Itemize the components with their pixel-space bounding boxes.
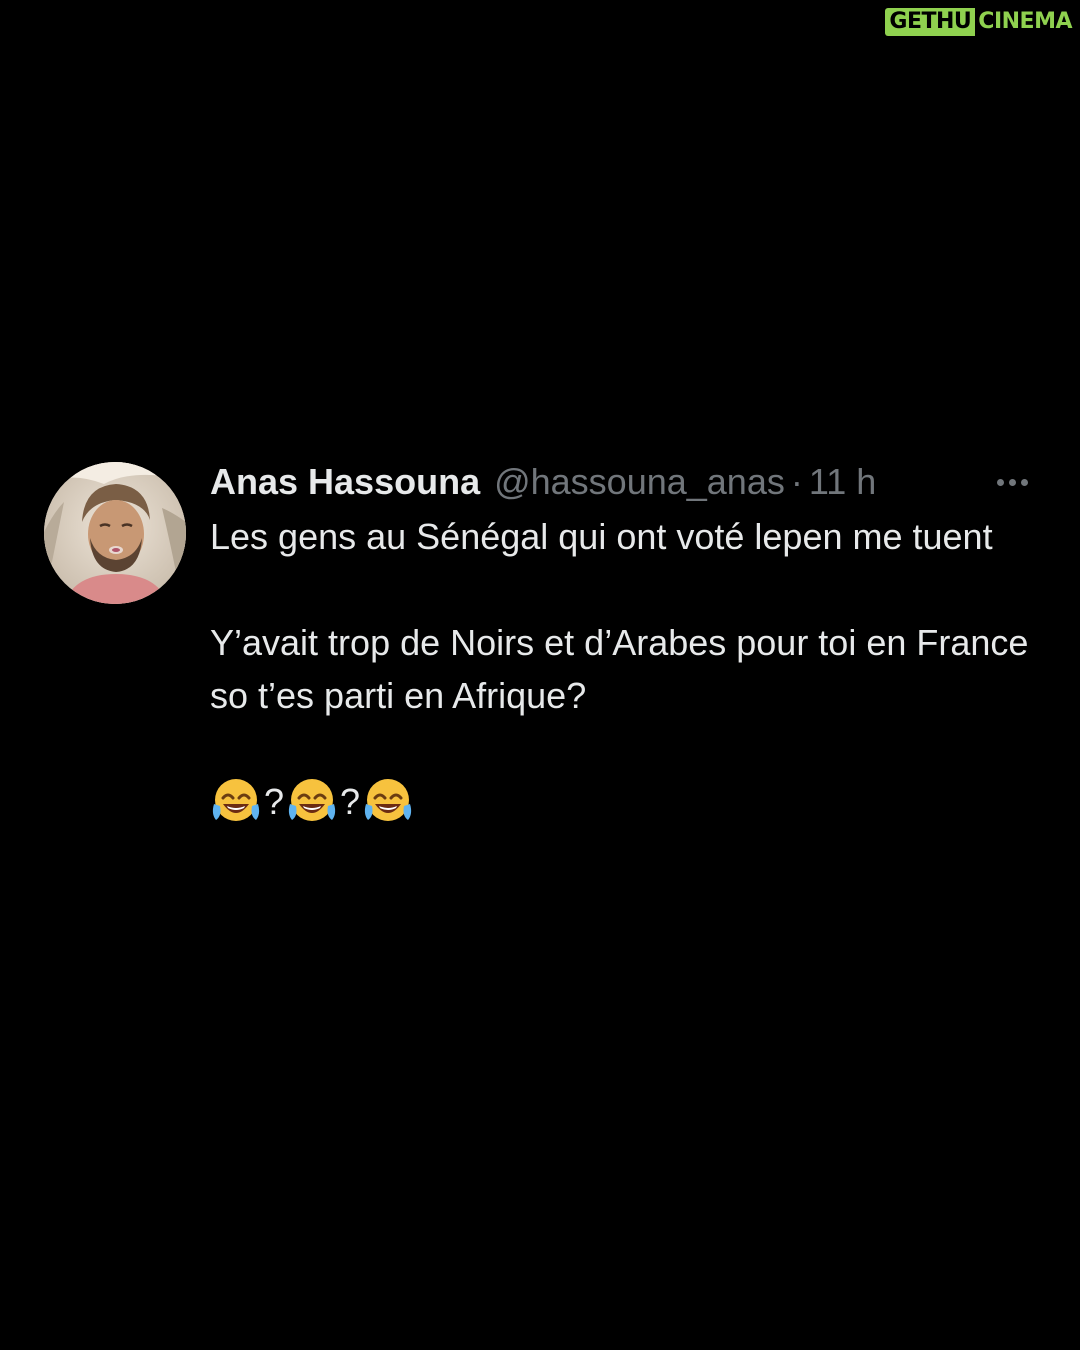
emoji-separator-1: ? — [264, 781, 285, 822]
watermark-left-text: GETHU — [885, 8, 976, 36]
timestamp[interactable]: 11 h — [809, 461, 876, 503]
watermark-right-text: CINEMA — [978, 9, 1072, 34]
separator-dot: · — [790, 461, 803, 502]
tweet-content: Anas Hassouna @hassouna_anas · 11 h Les … — [210, 460, 1040, 828]
more-options-icon[interactable] — [997, 460, 1028, 504]
tweet-header: Anas Hassouna @hassouna_anas · 11 h — [210, 460, 1040, 504]
display-name[interactable]: Anas Hassouna — [210, 461, 480, 503]
face-with-tears-of-joy-icon — [364, 778, 412, 821]
tweet-paragraph-2: Y’avait trop de Noirs et d’Arabes pour t… — [210, 622, 1039, 716]
face-with-tears-of-joy-icon — [288, 778, 336, 821]
avatar[interactable] — [44, 462, 186, 604]
emoji-line: ? ? — [210, 775, 1040, 828]
user-handle[interactable]: @hassouna_anas — [494, 461, 785, 503]
avatar-photo-icon — [44, 462, 186, 604]
tweet-paragraph-1: Les gens au Sénégal qui ont voté lepen m… — [210, 516, 993, 557]
face-with-tears-of-joy-icon — [212, 778, 260, 821]
watermark-logo: GETHU CINEMA — [885, 8, 1074, 36]
emoji-separator-2: ? — [340, 781, 361, 822]
tweet-text: Les gens au Sénégal qui ont voté lepen m… — [210, 510, 1040, 828]
